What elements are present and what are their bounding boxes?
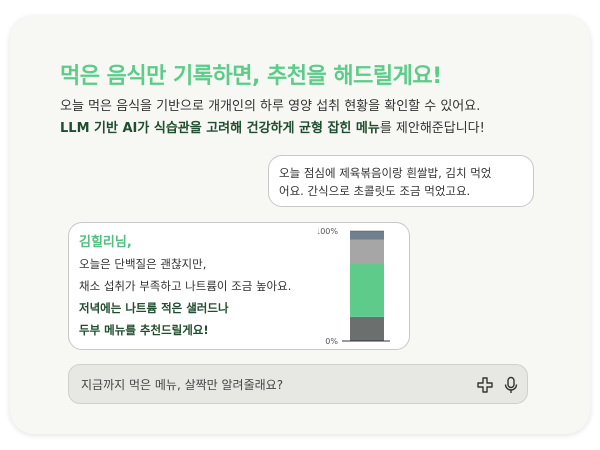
plus-icon[interactable] <box>475 375 495 395</box>
headline: 먹은 음식만 기록하면, 추천을 해드릴게요! <box>60 64 442 89</box>
microphone-icon[interactable] <box>501 375 521 395</box>
chat-input-placeholder[interactable]: 지금까지 먹은 메뉴, 살짝만 알려줄래요? <box>81 376 283 393</box>
bar-segment-4 <box>350 231 384 240</box>
bar-segment-3 <box>350 239 384 264</box>
description-line-2: LLM 기반 AI가 식습관을 고려해 건강하게 균형 잡힌 메뉴를 제안해준답… <box>60 118 560 140</box>
user-message-bubble: 오늘 점심에 제육볶음이랑 흰쌀밥, 김치 먹었 어요. 간식으로 초콜릿도 조… <box>268 155 534 207</box>
stacked-bar <box>350 231 384 341</box>
description-line-1: 오늘 먹은 음식을 기반으로 개개인의 하루 영양 섭취 현황을 확인할 수 있… <box>60 99 481 114</box>
user-message-line-1: 오늘 점심에 제육볶음이랑 흰쌀밥, 김치 먹었 <box>279 166 492 180</box>
bar-segment-1 <box>350 316 384 341</box>
description: 오늘 먹은 음식을 기반으로 개개인의 하루 영양 섭취 현황을 확인할 수 있… <box>60 96 560 140</box>
nutrition-stacked-bar-chart: 100% 0% <box>318 227 390 345</box>
chat-input-bar[interactable]: 지금까지 먹은 메뉴, 살짝만 알려줄래요? <box>68 364 528 404</box>
description-rest: 를 제안해준답니다! <box>379 121 485 136</box>
tick-label-100: 100% <box>318 227 338 236</box>
description-highlight: LLM 기반 AI가 식습관을 고려해 건강하게 균형 잡힌 메뉴 <box>60 121 380 136</box>
bar-segment-2 <box>350 264 384 317</box>
tick-label-0: 0% <box>325 337 338 345</box>
user-message-line-2: 어요. 간식으로 초콜릿도 조금 먹었고요. <box>279 184 471 198</box>
